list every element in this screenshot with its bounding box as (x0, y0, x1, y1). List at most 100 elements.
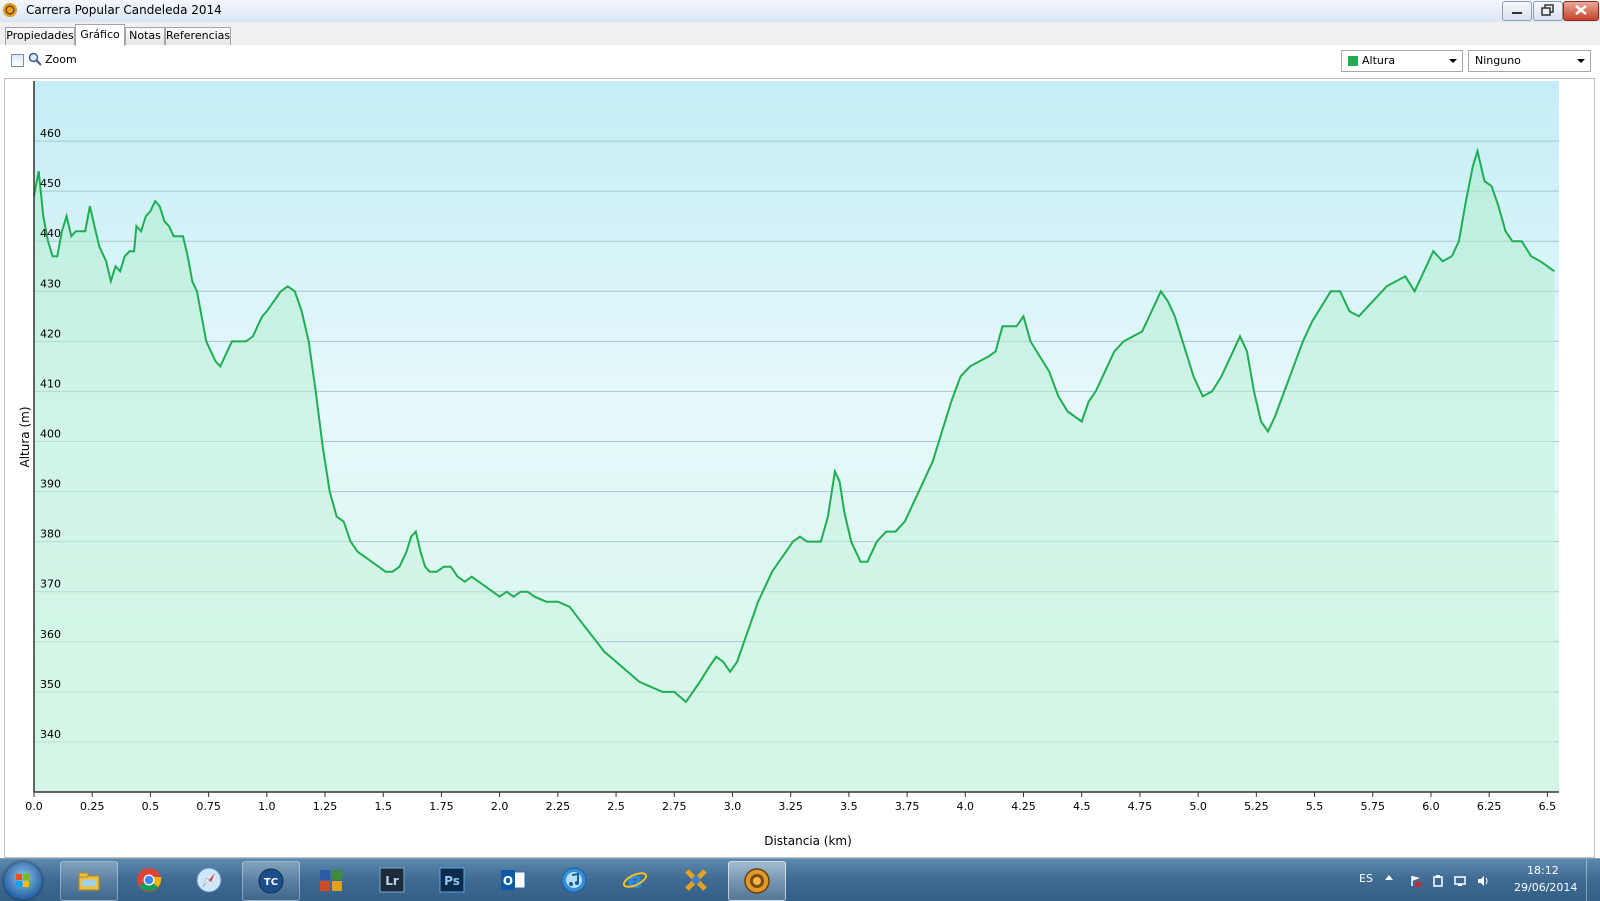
svg-text:Ps: Ps (444, 874, 460, 888)
tools-icon (685, 869, 707, 891)
language-indicator[interactable]: ES (1359, 872, 1373, 885)
ie-icon: e (622, 869, 648, 893)
y-tick-label: 390 (40, 478, 61, 491)
svg-text:O: O (503, 874, 513, 888)
x-tick-label: 2.75 (662, 800, 687, 813)
x-tick-label: 1.5 (374, 800, 392, 813)
device-icon[interactable] (1432, 875, 1444, 887)
x-tick-label: 4.5 (1073, 800, 1091, 813)
minimize-button[interactable] (1502, 1, 1532, 21)
gps-app-icon (744, 868, 770, 894)
x-tick-label: 2.5 (607, 800, 625, 813)
taskbar-button-gps-app[interactable] (728, 861, 786, 901)
x-tick-label: 4.75 (1128, 800, 1153, 813)
tab-notas[interactable]: Notas (125, 27, 165, 45)
close-button[interactable] (1563, 1, 1599, 21)
y-tick-label: 450 (40, 177, 61, 190)
series-select-value: Altura (1362, 54, 1396, 67)
y-tick-label: 410 (40, 377, 61, 390)
tab-grafico[interactable]: Gráfico (75, 24, 125, 46)
restore-icon (1541, 4, 1554, 16)
x-tick-label: 6.0 (1422, 800, 1440, 813)
show-desktop-button[interactable] (1586, 859, 1600, 901)
tab-referencias[interactable]: Referencias (165, 27, 231, 45)
x-tick-label: 0.75 (196, 800, 221, 813)
x-tick-label: 5.25 (1244, 800, 1269, 813)
taskbar-button-outlook[interactable]: O (485, 861, 541, 899)
y-tick-label: 430 (40, 277, 61, 290)
y-tick-label: 400 (40, 428, 61, 441)
restore-button[interactable] (1533, 1, 1563, 21)
x-tick-label: 3.0 (724, 800, 742, 813)
x-tick-label: 3.25 (778, 800, 803, 813)
taskbar-button-safari[interactable] (181, 861, 237, 899)
window-title: Carrera Popular Candeleda 2014 (26, 3, 222, 17)
tab-propiedades[interactable]: Propiedades (5, 27, 75, 45)
tc-icon: TC (258, 868, 284, 894)
safari-icon (196, 867, 222, 893)
x-tick-label: 0.25 (80, 800, 105, 813)
taskbar-button-lightroom[interactable]: Lr (364, 861, 420, 899)
x-tick-label: 2.0 (491, 800, 509, 813)
secondary-series-select[interactable]: Ninguno (1468, 50, 1591, 72)
zoom-label: Zoom (45, 53, 77, 66)
volume-icon[interactable] (1477, 875, 1489, 887)
chart-area[interactable]: 340 350 360 370 380 390 400 410 420 430 440 450 460 0… (4, 78, 1595, 858)
clock-date[interactable]: 29/06/2014 (1514, 881, 1577, 894)
x-tick-label: 2.25 (546, 800, 571, 813)
lightroom-icon: Lr (379, 867, 405, 893)
taskbar-button-chrome[interactable] (121, 861, 177, 899)
x-tick-label: 3.5 (840, 800, 858, 813)
close-icon (1575, 5, 1587, 15)
minimize-icon (1512, 12, 1522, 14)
taskbar-button-tools[interactable] (668, 861, 724, 899)
series-select[interactable]: Altura (1341, 50, 1463, 72)
outlook-icon: O (501, 870, 526, 890)
x-tick-label: 5.5 (1306, 800, 1324, 813)
x-tick-label: 6.25 (1477, 800, 1502, 813)
series-color-swatch (1348, 56, 1358, 66)
zoom-checkbox[interactable] (11, 54, 24, 67)
svg-text:TC: TC (264, 877, 278, 888)
x-tick-label: 4.0 (957, 800, 975, 813)
window-title-bar[interactable]: Carrera Popular Candeleda 2014 (0, 0, 1600, 23)
chevron-down-icon (1577, 59, 1585, 63)
explorer-icon (78, 872, 100, 891)
app-icon[interactable] (3, 3, 17, 17)
elevation-chart[interactable]: 340 350 360 370 380 390 400 410 420 430 440 450 460 0… (5, 79, 1594, 857)
x-tick-label: 1.0 (258, 800, 276, 813)
x-tick-label: 3.75 (895, 800, 920, 813)
y-tick-label: 440 (40, 227, 61, 240)
chevron-down-icon (1449, 59, 1457, 63)
y-axis-label: Altura (m) (18, 406, 32, 467)
y-tick-label: 350 (40, 678, 61, 691)
taskbar-button-itunes[interactable] (546, 861, 602, 899)
action-center-icon[interactable] (1410, 875, 1422, 887)
taskbar-button-explorer[interactable] (60, 861, 118, 901)
office-icon (320, 870, 342, 891)
x-tick-label: 4.25 (1011, 800, 1036, 813)
svg-text:Lr: Lr (385, 874, 399, 888)
taskbar-button-office[interactable] (303, 861, 359, 899)
y-tick-label: 360 (40, 628, 61, 641)
show-hidden-icons-button[interactable] (1385, 875, 1393, 880)
windows-logo-icon (16, 874, 30, 888)
y-tick-label: 460 (40, 127, 61, 140)
taskbar-button-tc[interactable]: TC (242, 861, 300, 901)
y-tick-label: 370 (40, 578, 61, 591)
magnifier-icon[interactable] (28, 52, 42, 66)
x-tick-label: 6.5 (1539, 800, 1557, 813)
photoshop-icon: Ps (439, 867, 465, 893)
taskbar: TC Lr Ps Oe ES 18:12 29/06/2014 (0, 858, 1600, 901)
x-tick-label: 5.75 (1360, 800, 1385, 813)
taskbar-button-ie[interactable]: e (607, 861, 663, 899)
taskbar-button-photoshop[interactable]: Ps (424, 861, 480, 899)
start-button[interactable] (4, 862, 42, 900)
y-tick-label: 380 (40, 528, 61, 541)
clock-time[interactable]: 18:12 (1527, 864, 1559, 877)
x-tick-label: 1.75 (429, 800, 454, 813)
chrome-icon (137, 868, 162, 892)
network-icon[interactable] (1454, 875, 1466, 887)
itunes-icon (561, 867, 587, 893)
tab-bar: Propiedades Gráfico Notas Referencias (0, 22, 1600, 46)
